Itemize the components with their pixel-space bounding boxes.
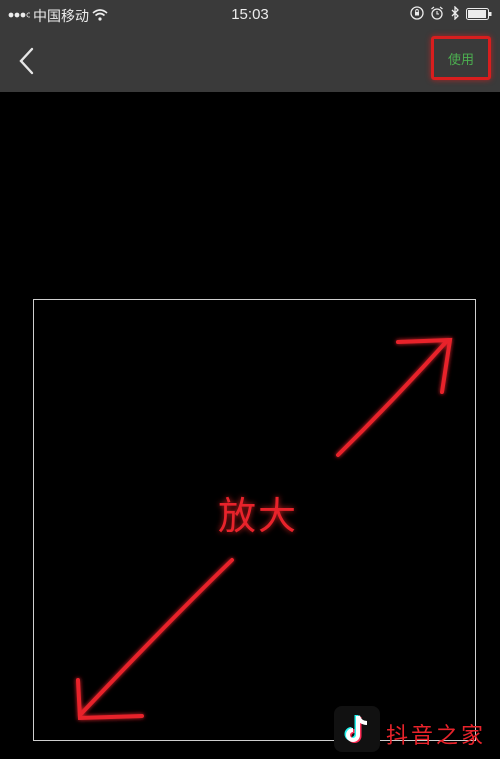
arrow-up-right (336, 337, 453, 457)
arrow-down-left (76, 558, 234, 721)
zoom-label: 放大 (218, 494, 299, 538)
watermark-text: 抖音之家 (386, 724, 487, 749)
zoom-arrows-annotation (76, 337, 453, 721)
tiktok-logo-icon (334, 706, 380, 752)
